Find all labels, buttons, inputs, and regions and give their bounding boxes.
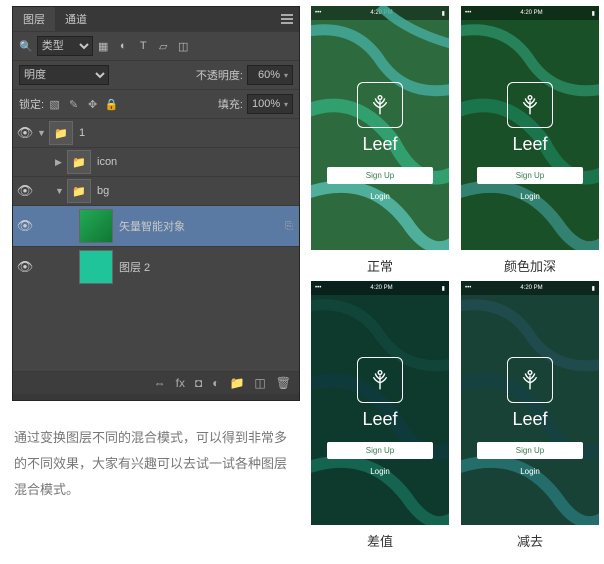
layer-name[interactable]: bg [97, 185, 109, 197]
signup-button: Sign Up [477, 442, 583, 459]
filter-type-icons: ▦ ◐ T ▱ ◫ [97, 40, 190, 53]
fill-label: 填充: [218, 96, 243, 112]
layer-thumbnail [79, 250, 113, 284]
lock-row: 锁定: ▧ ✎ ✥ 🔒 填充: 100%▾ [13, 89, 299, 118]
layer-name[interactable]: 1 [79, 127, 85, 139]
layer-name[interactable]: 矢量智能对象 [119, 218, 185, 234]
visibility-toggle[interactable]: 👁 [13, 125, 37, 141]
filter-shape-icon[interactable]: ▱ [157, 40, 170, 53]
folder-icon: 📁 [67, 179, 91, 203]
folder-icon: 📁 [49, 121, 73, 145]
layer-name[interactable]: 图层 2 [119, 259, 150, 275]
layer-list: 👁 ▼ 📁 1 ▶ 📁 icon 👁 ▼ 📁 bg [13, 118, 299, 371]
adjustment-icon[interactable]: ◐ [212, 376, 219, 390]
visibility-toggle[interactable]: 👁 [13, 183, 37, 199]
layer-row[interactable]: 👁 ▼ 📁 bg [13, 176, 299, 205]
smart-object-icon: ⎘ [285, 221, 293, 232]
new-group-icon[interactable]: 📁 [229, 376, 244, 390]
preview-colorburn: •••4:20 PM▮ Leef Sign Up Login [461, 6, 599, 250]
lock-label: 锁定: [19, 96, 44, 112]
panel-tabs: 图层 通道 [13, 7, 299, 31]
filter-pixel-icon[interactable]: ▦ [97, 40, 110, 53]
layer-thumbnail [79, 209, 113, 243]
lock-brush-icon[interactable]: ✎ [67, 98, 80, 111]
filter-kind-select[interactable]: 类型 [37, 36, 93, 56]
panel-footer: ⇔ fx ◘ ◐ 📁 ◫ 🗑 [13, 371, 299, 394]
chevron-down-icon: ▾ [284, 71, 288, 80]
tab-channels[interactable]: 通道 [55, 7, 97, 31]
link-layers-icon[interactable]: ⇔ [154, 376, 166, 390]
visibility-toggle[interactable]: 👁 [13, 218, 37, 234]
app-brand: Leef [512, 134, 547, 155]
filter-adjust-icon[interactable]: ◐ [117, 40, 130, 53]
layers-panel: 图层 通道 🔍 类型 ▦ ◐ T ▱ ◫ 明度 不透明度: 60%▾ [12, 6, 300, 401]
layer-row[interactable]: 👁 矢量智能对象 ⎘ [13, 205, 299, 246]
preview-difference: •••4:20 PM▮ Leef Sign Up Login [311, 281, 449, 525]
filter-smart-icon[interactable]: ◫ [177, 40, 190, 53]
mask-icon[interactable]: ◘ [195, 376, 202, 390]
fx-icon[interactable]: fx [176, 376, 185, 390]
lock-move-icon[interactable]: ✥ [86, 98, 99, 111]
preview-subtract: •••4:20 PM▮ Leef Sign Up Login [461, 281, 599, 525]
folder-icon: 📁 [67, 150, 91, 174]
fill-input[interactable]: 100%▾ [247, 94, 293, 114]
layer-name[interactable]: icon [97, 156, 117, 168]
search-icon: 🔍 [19, 40, 33, 53]
login-link: Login [370, 192, 390, 201]
app-logo [507, 82, 553, 128]
tab-layers[interactable]: 图层 [13, 7, 55, 31]
panel-menu-icon[interactable] [281, 14, 293, 24]
opacity-input[interactable]: 60%▾ [247, 65, 293, 85]
disclosure-icon[interactable]: ▼ [55, 186, 67, 196]
disclosure-icon[interactable]: ▼ [37, 128, 49, 138]
filter-row: 🔍 类型 ▦ ◐ T ▱ ◫ [13, 31, 299, 60]
app-brand: Leef [512, 409, 547, 430]
description-text: 通过变换图层不同的混合模式，可以得到非常多的不同效果，大家有兴趣可以去试一试各种… [14, 425, 293, 503]
layer-row[interactable]: 👁 ▼ 📁 1 [13, 118, 299, 147]
login-link: Login [520, 192, 540, 201]
signup-button: Sign Up [327, 442, 433, 459]
blend-mode-select[interactable]: 明度 [19, 65, 109, 85]
caption: 正常 [367, 256, 393, 275]
filter-text-icon[interactable]: T [137, 40, 150, 53]
opacity-label: 不透明度: [196, 67, 243, 83]
caption: 颜色加深 [504, 256, 556, 275]
new-layer-icon[interactable]: ◫ [254, 376, 265, 390]
layer-row[interactable]: 👁 图层 2 [13, 246, 299, 287]
visibility-toggle[interactable]: 👁 [13, 259, 37, 275]
app-brand: Leef [362, 134, 397, 155]
lock-all-icon[interactable]: 🔒 [105, 98, 118, 111]
blend-row: 明度 不透明度: 60%▾ [13, 60, 299, 89]
caption: 减去 [517, 531, 543, 550]
signup-button: Sign Up [477, 167, 583, 184]
chevron-down-icon: ▾ [284, 100, 288, 109]
login-link: Login [520, 467, 540, 476]
preview-normal: •••4:20 PM▮ Leef Sign Up Login [311, 6, 449, 250]
app-logo [507, 357, 553, 403]
app-logo [357, 357, 403, 403]
layer-row[interactable]: ▶ 📁 icon [13, 147, 299, 176]
disclosure-icon[interactable]: ▶ [55, 157, 67, 168]
app-brand: Leef [362, 409, 397, 430]
lock-transparent-icon[interactable]: ▧ [48, 98, 61, 111]
caption: 差值 [367, 531, 393, 550]
signup-button: Sign Up [327, 167, 433, 184]
app-logo [357, 82, 403, 128]
delete-icon[interactable]: 🗑 [276, 376, 291, 390]
login-link: Login [370, 467, 390, 476]
